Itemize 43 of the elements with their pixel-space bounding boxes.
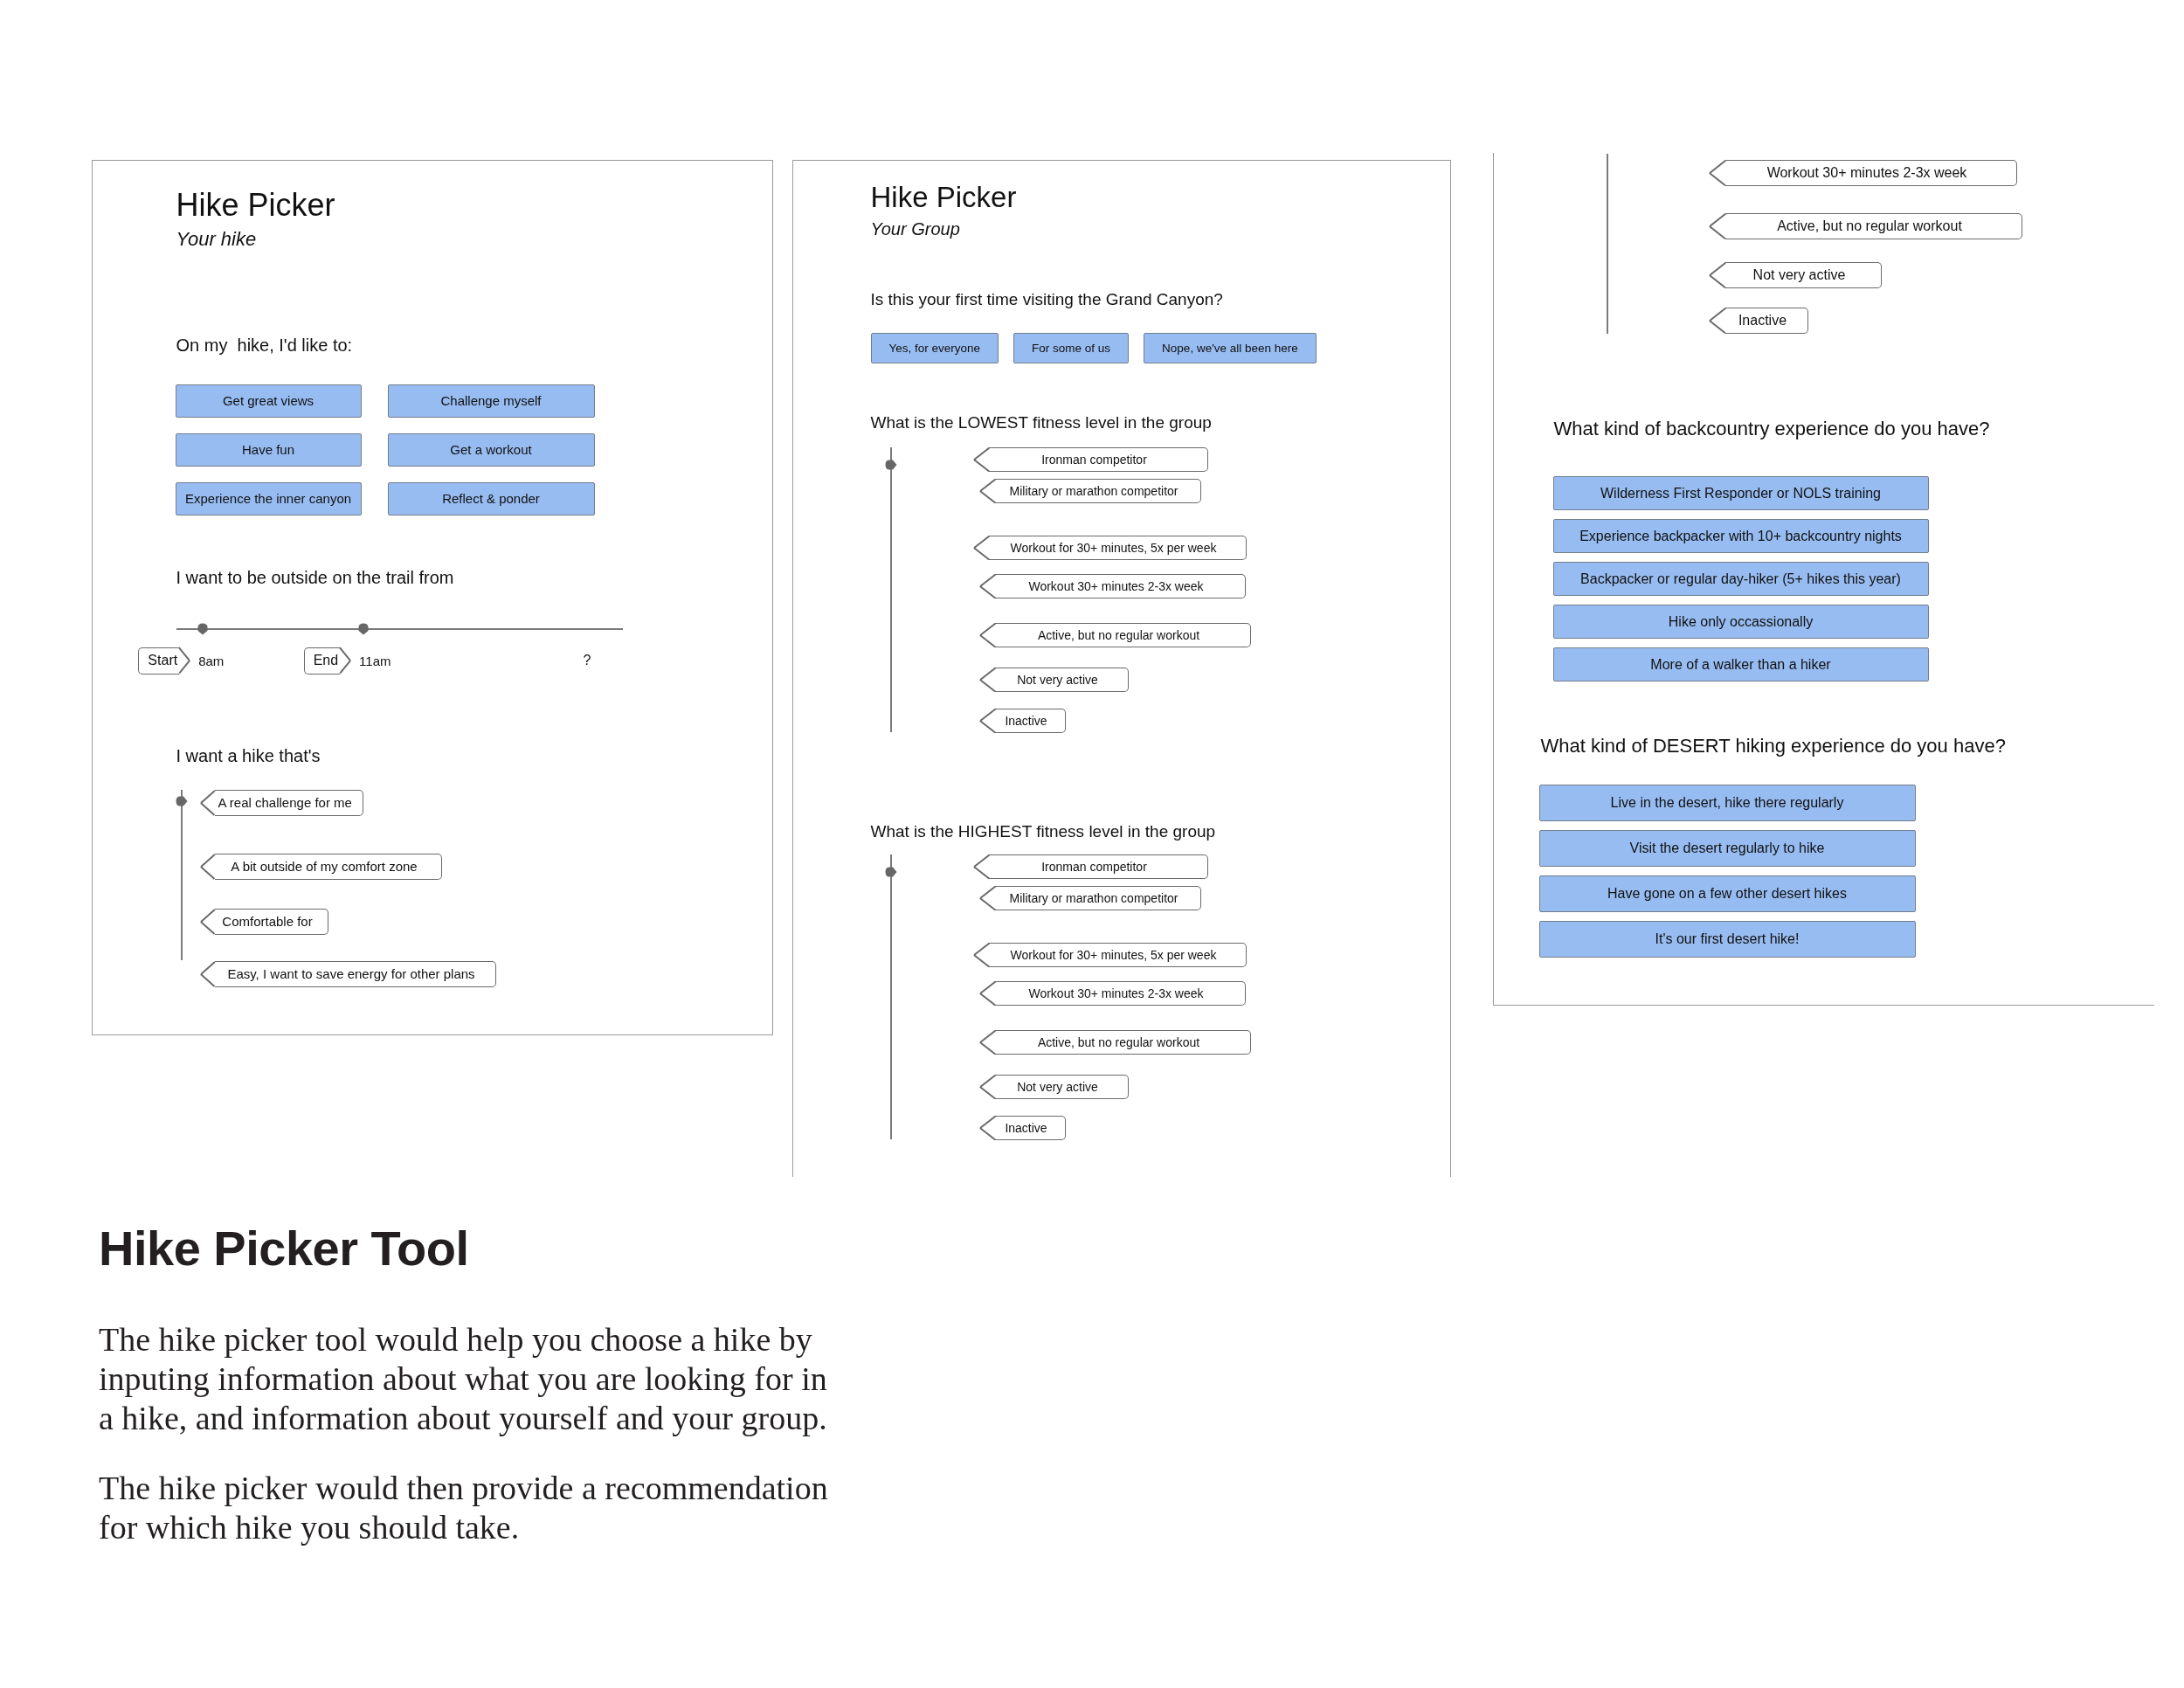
description-paragraph: The hike picker would then provide a recommendation for which hike you should take. xyxy=(99,1469,829,1547)
screen-subtitle: Your Group xyxy=(870,218,960,239)
description-paragraph: The hike picker tool would help you choose a hike by inputing information about what you are looking for in a hike, and information about yourself and your group. xyxy=(99,1320,828,1438)
question-text: What kind of DESERT hiking experience do you have? xyxy=(1540,735,2006,758)
option-button[interactable]: Nope, we've all been here xyxy=(1144,333,1317,363)
question-text: Is this your first time visiting the Grand Canyon? xyxy=(870,289,1223,310)
question-text: What kind of backcountry experience do you have? xyxy=(1553,418,1990,440)
option-button[interactable]: Experience the inner canyon xyxy=(175,481,362,515)
option-button[interactable]: Hike only occassionally xyxy=(1552,605,1929,639)
option-button[interactable]: Wilderness First Responder or NOLS training xyxy=(1552,476,1929,510)
question-text: What is the HIGHEST fitness level in the group xyxy=(870,821,1216,842)
slider-thumb[interactable] xyxy=(175,796,188,807)
option-button[interactable]: For some of us xyxy=(1013,333,1130,363)
slider-thumb[interactable] xyxy=(884,866,897,877)
time-value: 11am xyxy=(359,653,391,668)
app-title: Hike Picker xyxy=(176,186,335,224)
section-heading: Hike Picker Tool xyxy=(99,1221,469,1276)
range-end-label: ? xyxy=(583,653,591,668)
option-button[interactable]: Reflect & ponder xyxy=(387,481,595,515)
slider-thumb[interactable] xyxy=(197,622,209,635)
option-button[interactable]: Yes, for everyone xyxy=(870,333,999,363)
handle-label: End xyxy=(303,647,351,675)
option-button[interactable]: Visit the desert regularly to hike xyxy=(1538,830,1916,867)
option-button[interactable]: Experience backpacker with 10+ backcountry nights xyxy=(1552,519,1929,553)
option-button[interactable]: Have fun xyxy=(175,432,362,467)
option-button[interactable]: Get great views xyxy=(175,384,362,418)
question-text: On my hike, I'd like to: xyxy=(176,334,353,356)
option-button[interactable]: Get a workout xyxy=(387,432,595,467)
slider-thumb[interactable] xyxy=(358,622,370,635)
option-button[interactable]: It's our first desert hike! xyxy=(1538,921,1916,958)
option-button[interactable]: Have gone on a few other desert hikes xyxy=(1538,875,1916,912)
slider-thumb[interactable] xyxy=(884,459,897,470)
question-text: I want a hike that's xyxy=(176,744,321,767)
option-button[interactable]: More of a walker than a hiker xyxy=(1552,647,1929,681)
screen-subtitle: Your hike xyxy=(176,227,257,251)
app-title: Hike Picker xyxy=(870,181,1017,214)
question-text: What is the LOWEST fitness level in the group xyxy=(870,412,1212,433)
option-button[interactable]: Live in the desert, hike there regularly xyxy=(1538,785,1916,821)
handle-label: Start xyxy=(138,647,190,675)
question-text: I want to be outside on the trail from xyxy=(176,566,454,589)
option-button[interactable]: Backpacker or regular day-hiker (5+ hikes this year) xyxy=(1552,562,1929,596)
option-button[interactable]: Challenge myself xyxy=(387,384,595,418)
time-value: 8am xyxy=(198,653,225,668)
